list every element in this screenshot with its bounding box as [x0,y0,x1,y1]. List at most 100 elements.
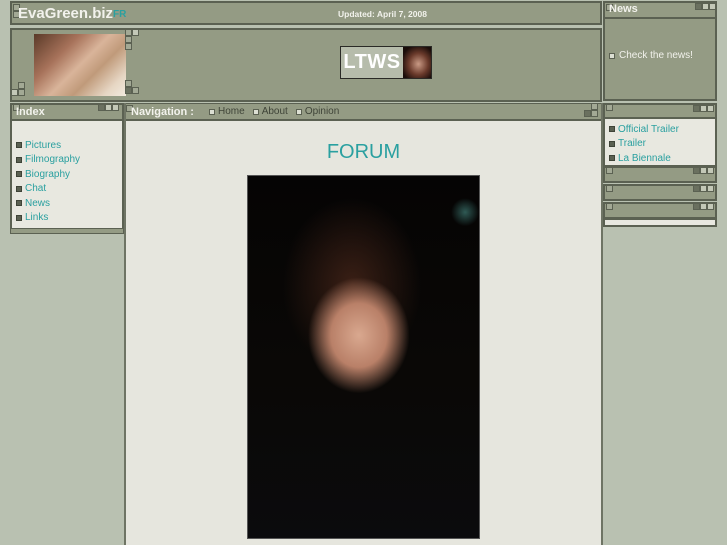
nav-link-label: Opinion [304,106,340,117]
corner-decoration [18,89,25,96]
corner-decoration [18,82,25,89]
french-language-link[interactable]: FR [113,9,126,20]
corner-decoration [584,110,591,117]
index-link[interactable]: Chat [25,183,46,194]
empty-panel [603,184,717,201]
video-links-menu: Official Trailer Trailer La Biennale [609,122,679,166]
index-header: Index [12,104,122,121]
corner-decoration [707,185,714,192]
navigation-bar: Navigation : Home About Opinion [126,103,601,121]
bullet-icon [609,52,615,59]
corner-decoration [132,29,139,36]
index-menu: Pictures Filmography Biography Chat News… [16,138,80,225]
corner-decoration [606,167,613,174]
corner-decoration [700,185,707,192]
corner-decoration [132,87,139,94]
bullet-icon [609,140,615,147]
index-item-chat[interactable]: Chat [16,182,80,197]
corner-decoration [125,36,132,43]
link-official-trailer[interactable]: Official Trailer [609,122,679,137]
nav-link-home[interactable]: Home [209,106,245,117]
corner-decoration [693,203,700,210]
title-bar: EvaGreen.biz FR Updated: April 7, 2008 [10,1,602,25]
bullet-icon [209,108,215,115]
news-title: News [609,3,638,15]
corner-decoration [125,87,132,94]
index-link[interactable]: News [25,198,50,209]
bullet-icon [252,108,259,115]
news-header: News [605,3,716,19]
corner-decoration [700,203,707,210]
index-link[interactable]: Pictures [25,140,61,151]
index-footer [10,228,124,234]
news-box: News Check the news! [603,1,717,101]
index-link[interactable]: Links [25,212,48,223]
corner-decoration [702,3,709,10]
video-links-box: Official Trailer Trailer La Biennale [603,103,717,167]
navigation-label: Navigation : [131,106,194,118]
navigation-links: Home About Opinion [209,106,339,117]
bullet-icon [16,185,22,192]
corner-decoration [709,3,716,10]
video-link[interactable]: Trailer [618,138,646,149]
right-sidebar-footer [603,219,717,227]
video-link[interactable]: La Biennale [618,153,671,164]
index-link[interactable]: Biography [25,169,70,180]
bullet-icon [16,200,22,207]
news-link[interactable]: Check the news! [609,50,693,61]
link-la-biennale[interactable]: La Biennale [609,151,679,166]
nav-link-label: Home [218,106,245,117]
empty-panel [603,166,717,183]
corner-decoration [693,185,700,192]
bullet-icon [16,171,22,178]
ltws-badge-link[interactable]: LTWS [340,46,432,79]
index-sidebar: Index Pictures Filmography Biography Cha… [10,103,124,234]
corner-decoration [707,105,714,112]
corner-decoration [707,203,714,210]
bullet-icon [609,126,615,133]
corner-decoration [695,3,702,10]
corner-decoration [606,104,613,111]
index-title: Index [16,106,45,118]
nav-link-label: About [261,106,288,117]
corner-decoration [693,105,700,112]
corner-decoration [700,167,707,174]
main-content: Navigation : Home About Opinion FORUM [124,103,603,545]
index-item-biography[interactable]: Biography [16,167,80,182]
bullet-icon [609,155,615,162]
empty-panel [603,202,717,219]
corner-decoration [98,104,105,111]
corner-decoration [591,110,598,117]
index-item-filmography[interactable]: Filmography [16,153,80,168]
ltws-thumbnail [403,47,431,78]
corner-decoration [125,43,132,50]
link-trailer[interactable]: Trailer [609,137,679,152]
corner-decoration [591,103,598,110]
portrait-photo [247,175,480,539]
index-item-pictures[interactable]: Pictures [16,138,80,153]
bullet-icon [16,214,22,221]
nav-link-about[interactable]: About [252,106,288,117]
bullet-icon [16,142,22,149]
ltws-label: LTWS [341,47,403,78]
site-title-link[interactable]: EvaGreen.biz [18,5,113,22]
index-item-links[interactable]: Links [16,211,80,226]
index-link[interactable]: Filmography [25,154,80,165]
banner-photo [34,34,126,96]
corner-decoration [125,80,132,87]
bullet-icon [16,156,22,163]
banner: LTWS [10,28,602,102]
corner-decoration [11,89,18,96]
page-heading: FORUM [326,141,401,163]
video-links-header [605,104,715,119]
corner-decoration [606,203,613,210]
index-item-news[interactable]: News [16,196,80,211]
corner-decoration [707,167,714,174]
corner-decoration [105,104,112,111]
nav-link-opinion[interactable]: Opinion [295,106,340,117]
video-link[interactable]: Official Trailer [618,124,679,135]
corner-decoration [125,29,132,36]
corner-decoration [112,104,119,111]
corner-decoration [693,167,700,174]
corner-decoration [700,105,707,112]
